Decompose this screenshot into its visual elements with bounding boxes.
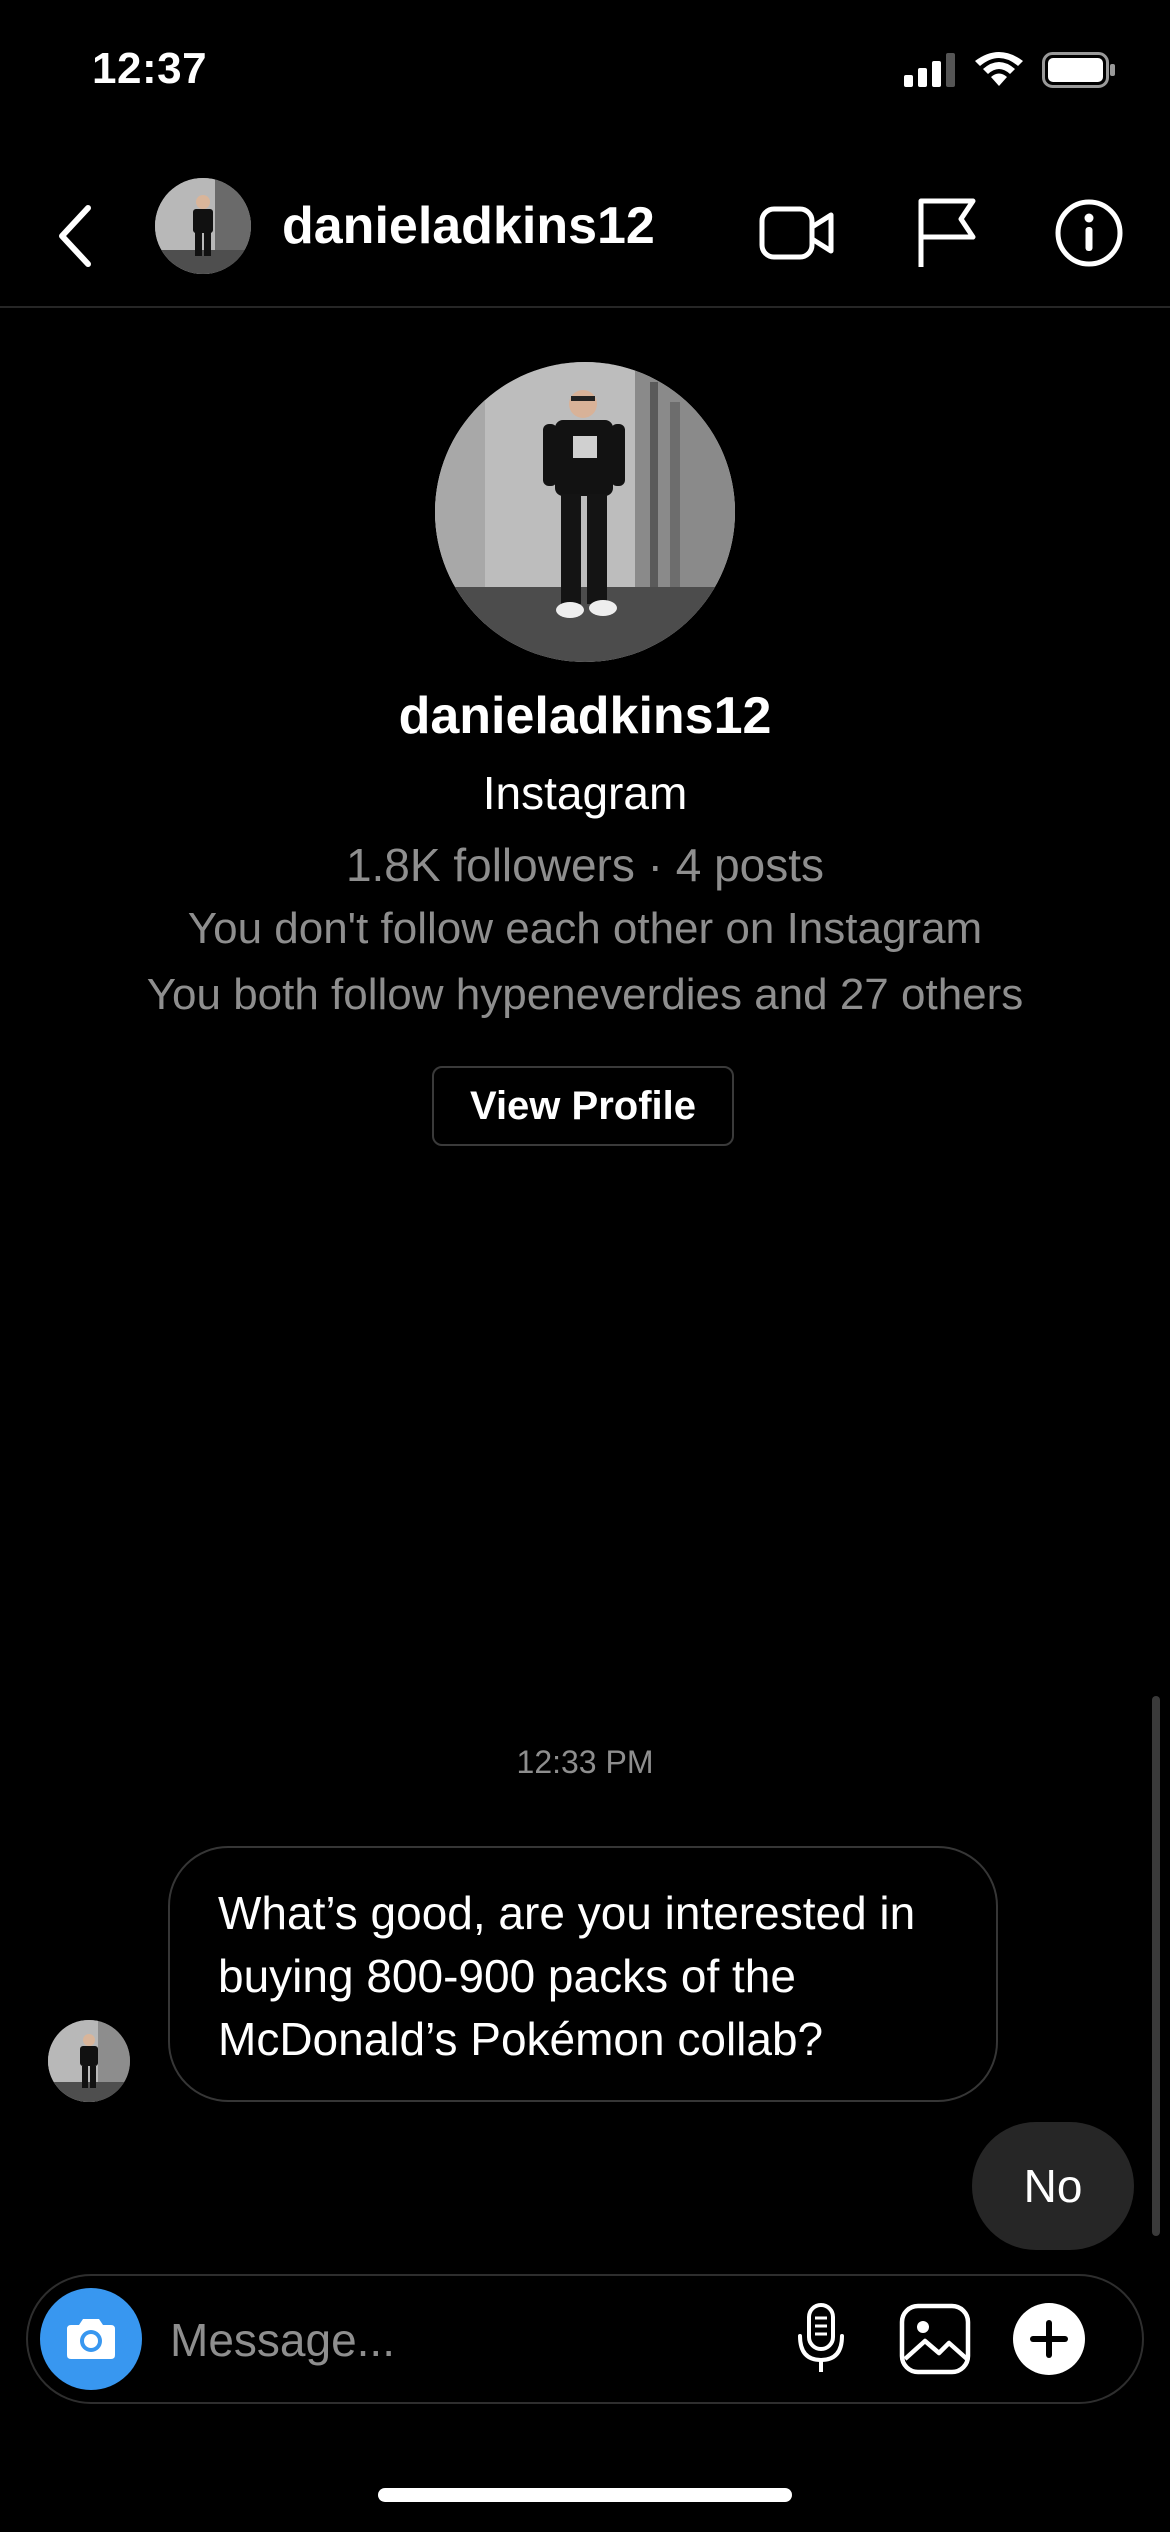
gallery-button[interactable] [894, 2298, 976, 2380]
message-composer [26, 2274, 1144, 2404]
back-icon [59, 205, 91, 267]
wifi-icon [974, 52, 1024, 93]
voice-message-button[interactable] [780, 2298, 862, 2380]
status-icons [904, 52, 1116, 93]
message-timestamp: 12:33 PM [516, 1744, 654, 1780]
info-button[interactable] [1044, 188, 1134, 278]
back-button[interactable] [44, 196, 104, 276]
profile-platform: Instagram [482, 767, 688, 819]
incoming-message[interactable]: What’s good, are you interested in buyin… [168, 1846, 998, 2102]
sender-avatar[interactable] [48, 2020, 130, 2102]
profile-stats: 1.8K followers · 4 posts [345, 839, 825, 891]
more-options-button[interactable] [1008, 2298, 1090, 2380]
chat-header: danieladkins12 [0, 170, 1170, 308]
scrollbar[interactable] [1152, 1696, 1160, 2236]
message-input[interactable] [168, 2302, 792, 2378]
video-call-icon [759, 206, 834, 260]
battery-icon [1042, 52, 1116, 93]
plus-icon [1013, 2303, 1085, 2375]
header-username[interactable]: danieladkins12 [282, 196, 655, 256]
flag-icon [918, 198, 976, 267]
outgoing-message[interactable]: No [972, 2122, 1134, 2250]
view-profile-button[interactable]: View Profile [432, 1066, 734, 1146]
profile-avatar[interactable] [435, 362, 735, 662]
microphone-icon [798, 2303, 844, 2372]
camera-icon [67, 2319, 115, 2359]
status-time: 12:37 [92, 44, 208, 93]
follow-status: You don't follow each other on Instagram [187, 904, 983, 953]
camera-button[interactable] [40, 2288, 142, 2390]
video-call-button[interactable] [752, 188, 842, 278]
report-button[interactable] [902, 188, 992, 278]
gallery-icon [899, 2303, 971, 2375]
info-icon [1055, 199, 1123, 267]
signal-icon [904, 53, 956, 92]
home-indicator[interactable] [378, 2488, 792, 2502]
header-avatar[interactable] [155, 178, 251, 274]
profile-username: danieladkins12 [398, 687, 772, 745]
mutual-followers: You both follow hypeneverdies and 27 oth… [146, 970, 1024, 1019]
